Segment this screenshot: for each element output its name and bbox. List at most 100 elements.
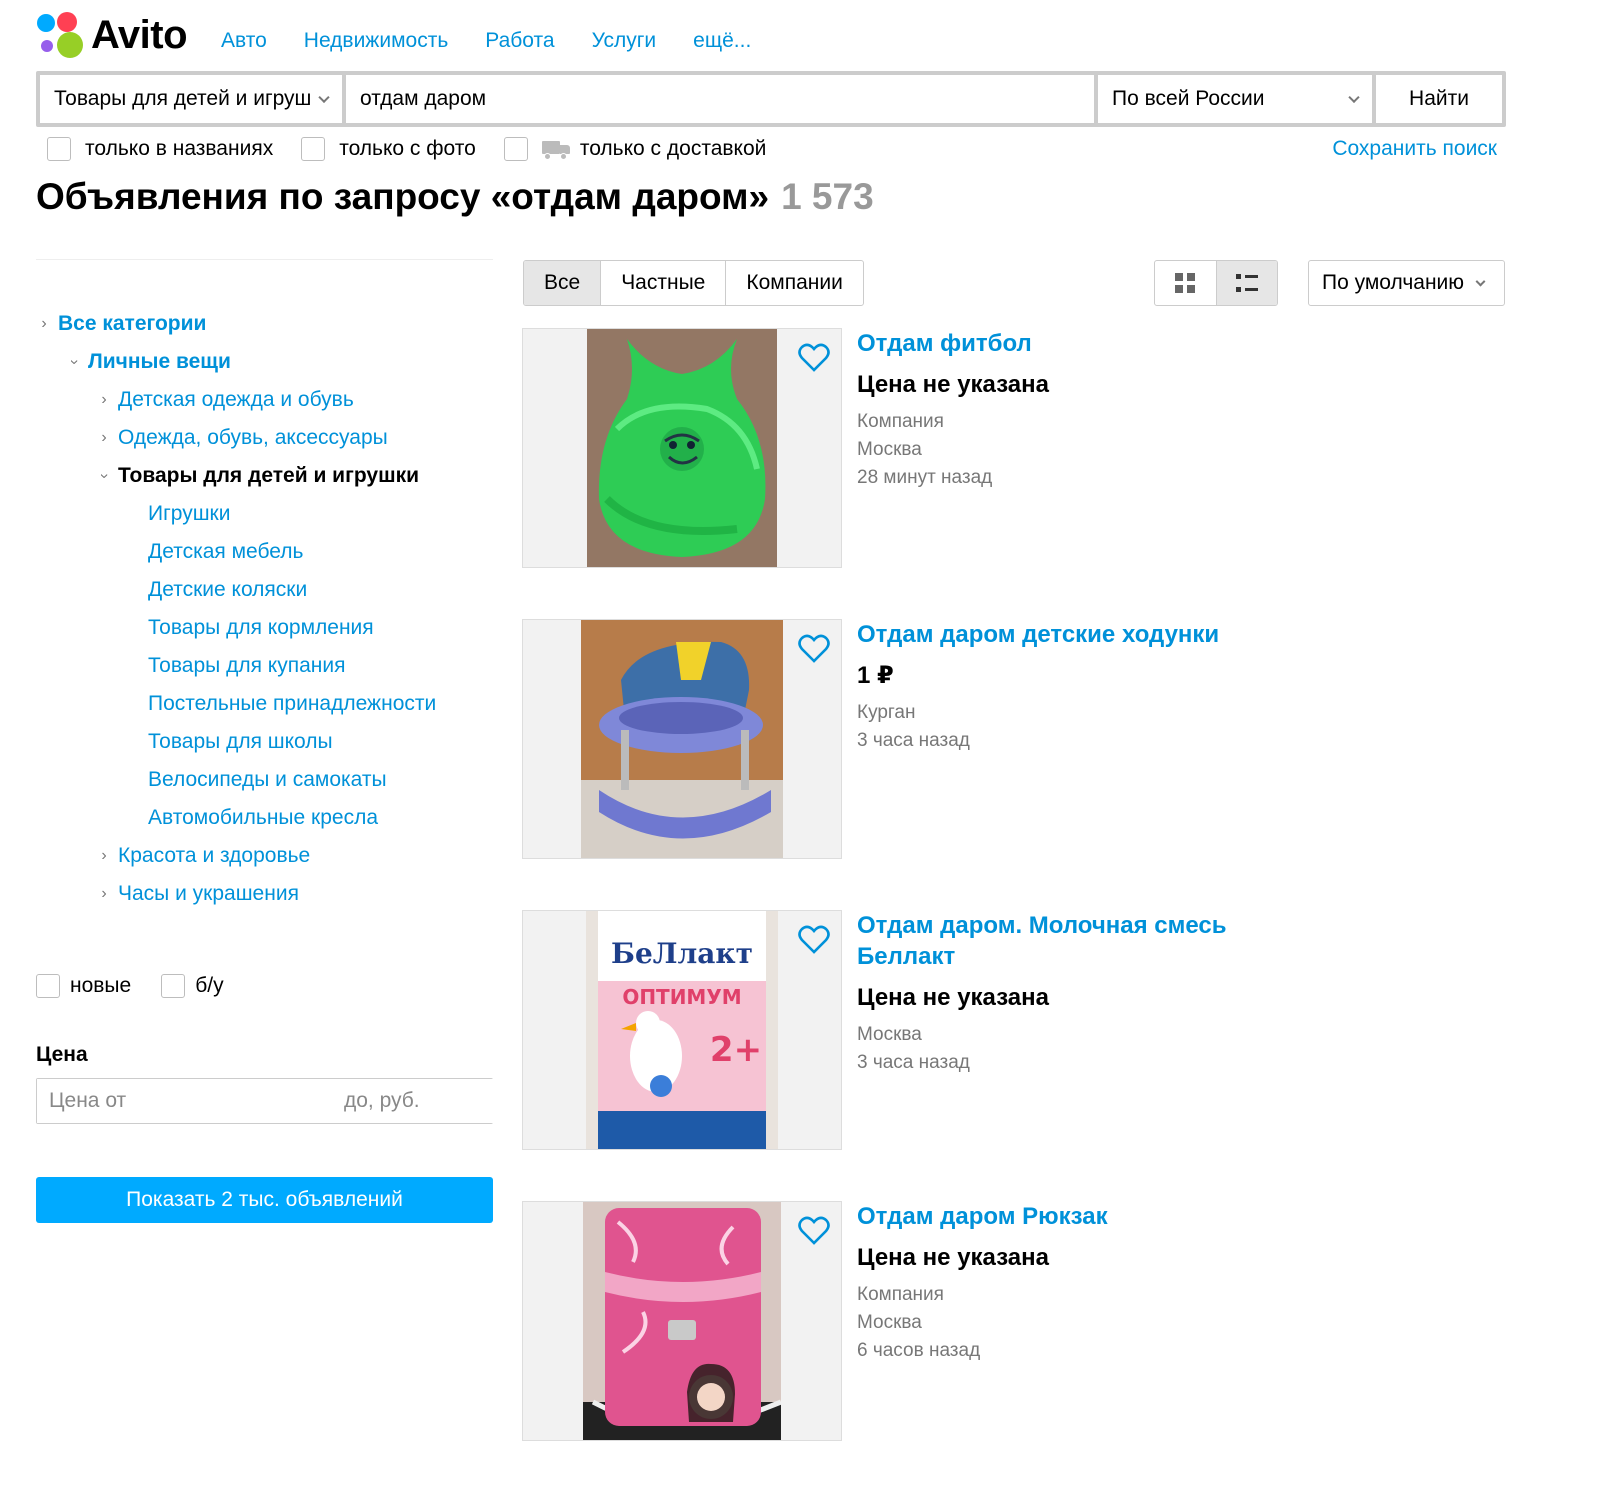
box-brand-text: БеЛлакт bbox=[611, 937, 753, 970]
listing-photo[interactable] bbox=[522, 619, 842, 859]
listing-price: Цена не указана bbox=[857, 984, 1049, 1011]
find-button[interactable]: Найти bbox=[1376, 75, 1502, 123]
sidebar-divider bbox=[36, 259, 493, 260]
search-input[interactable]: отдам даром bbox=[346, 75, 1094, 123]
sidebar-category-item[interactable]: › Часы и украшения bbox=[36, 875, 496, 913]
backpack-photo bbox=[583, 1202, 781, 1440]
listing-item[interactable]: Отдам даром Рюкзак Цена не указана Компа… bbox=[522, 1201, 1522, 1441]
listing-price: Цена не указана bbox=[857, 371, 1049, 398]
condition-used-checkbox[interactable] bbox=[161, 974, 186, 998]
sidebar-category-item[interactable]: Детская мебель bbox=[36, 533, 496, 571]
condition-new[interactable]: новые bbox=[36, 974, 131, 998]
sidebar-category-item[interactable]: Детские коляски bbox=[36, 571, 496, 609]
view-toggle bbox=[1154, 260, 1278, 306]
results-count: 1 573 bbox=[781, 176, 874, 217]
chevron-right-icon: › bbox=[101, 391, 107, 408]
listing-item[interactable]: БеЛлакт ОПТИМУМ 2+ Отдам даром. Молочная… bbox=[522, 910, 1522, 1150]
listing-meta: Компания Москва 6 часов назад bbox=[857, 1281, 1277, 1365]
sidebar-category-item[interactable]: Велосипеды и самокаты bbox=[36, 761, 496, 799]
sidebar-category-item[interactable]: › Красота и здоровье bbox=[36, 837, 496, 875]
condition-used-label: б/у bbox=[195, 974, 224, 997]
price-from-input[interactable] bbox=[37, 1079, 332, 1123]
sidebar-category-item[interactable]: Игрушки bbox=[36, 495, 496, 533]
option-only-delivery[interactable]: только с доставкой bbox=[503, 137, 766, 161]
listing-info: Отдам даром детские ходунки 1 ₽ Курган 3… bbox=[857, 619, 1277, 755]
avito-logo[interactable]: Avito bbox=[37, 12, 188, 58]
listing-price: 1 ₽ bbox=[857, 662, 894, 689]
favorite-heart-icon[interactable] bbox=[798, 925, 830, 955]
option-only-titles[interactable]: только в названиях bbox=[47, 137, 273, 161]
box-age-text: 2+ bbox=[710, 1030, 762, 1070]
chevron-down-icon: › bbox=[66, 359, 83, 365]
sidebar-category-label: Товары для школы bbox=[148, 730, 333, 753]
search-bar: Товары для детей и игруш отдам даром По … bbox=[36, 71, 1506, 127]
sidebar-category-item[interactable]: Автомобильные кресла bbox=[36, 799, 496, 837]
nav-link-more[interactable]: ещё... bbox=[693, 29, 751, 53]
listing-title[interactable]: Отдам даром детские ходунки bbox=[857, 619, 1277, 650]
listing-title[interactable]: Отдам даром. Молочная смесь Беллакт bbox=[857, 910, 1277, 972]
listing-seller-type: Компания bbox=[857, 1284, 944, 1305]
listing-time: 6 часов назад bbox=[857, 1340, 981, 1361]
sidebar-category-label: Одежда, обувь, аксессуары bbox=[118, 426, 388, 449]
fitball-photo bbox=[587, 329, 777, 567]
sidebar-category-label: Игрушки bbox=[148, 502, 231, 525]
listing-title[interactable]: Отдам фитбол bbox=[857, 328, 1277, 359]
only-titles-checkbox[interactable] bbox=[47, 137, 71, 161]
listing-item[interactable]: Отдам фитбол Цена не указана Компания Мо… bbox=[522, 328, 1522, 568]
search-input-value: отдам даром bbox=[360, 87, 487, 110]
favorite-heart-icon[interactable] bbox=[798, 1216, 830, 1246]
sidebar-category-item[interactable]: › Одежда, обувь, аксессуары bbox=[36, 419, 496, 457]
sidebar-category-item[interactable]: Товары для школы bbox=[36, 723, 496, 761]
price-range bbox=[36, 1078, 627, 1124]
tab-companies[interactable]: Компании bbox=[726, 261, 862, 305]
listing-title[interactable]: Отдам даром Рюкзак bbox=[857, 1201, 1277, 1232]
tab-all[interactable]: Все bbox=[524, 261, 602, 305]
listing-item[interactable]: Отдам даром детские ходунки 1 ₽ Курган 3… bbox=[522, 619, 1522, 859]
condition-new-checkbox[interactable] bbox=[36, 974, 60, 998]
listing-time: 28 минут назад bbox=[857, 467, 993, 488]
seller-type-tabs: Все Частные Компании bbox=[523, 260, 864, 306]
tab-private[interactable]: Частные bbox=[601, 261, 727, 305]
list-view-button[interactable] bbox=[1215, 261, 1277, 305]
header: Avito Авто Недвижимость Работа Услуги ещ… bbox=[37, 10, 788, 60]
only-delivery-checkbox[interactable] bbox=[503, 137, 528, 161]
nav-link-auto[interactable]: Авто bbox=[221, 29, 267, 53]
sidebar-category-item[interactable]: › Все категории bbox=[36, 305, 496, 343]
sidebar-category-item[interactable]: › Личные вещи bbox=[36, 343, 496, 381]
favorite-heart-icon[interactable] bbox=[798, 634, 830, 664]
sort-select[interactable]: По умолчанию bbox=[1308, 260, 1505, 306]
listing-info: Отдам даром Рюкзак Цена не указана Компа… bbox=[857, 1201, 1277, 1365]
listing-photo[interactable] bbox=[522, 1201, 842, 1441]
listing-photo[interactable]: БеЛлакт ОПТИМУМ 2+ bbox=[522, 910, 842, 1150]
listing-meta: Москва 3 часа назад bbox=[857, 1021, 1277, 1077]
listing-info: Отдам даром. Молочная смесь Беллакт Цена… bbox=[857, 910, 1277, 1077]
nav-link-realty[interactable]: Недвижимость bbox=[304, 29, 448, 53]
only-photo-checkbox[interactable] bbox=[301, 137, 326, 161]
condition-used[interactable]: б/у bbox=[161, 974, 224, 998]
only-titles-label: только в названиях bbox=[85, 137, 274, 160]
sidebar-category-item[interactable]: › Детская одежда и обувь bbox=[36, 381, 496, 419]
sidebar-category-label: Личные вещи bbox=[88, 350, 231, 373]
chevron-right-icon: › bbox=[101, 847, 107, 864]
sidebar-category-item[interactable]: Товары для кормления bbox=[36, 609, 496, 647]
search-options: только в названиях только с фото только … bbox=[47, 136, 1497, 162]
grid-view-button[interactable] bbox=[1155, 261, 1216, 305]
only-photo-label: только с фото bbox=[339, 137, 476, 160]
chevron-right-icon: › bbox=[101, 429, 107, 446]
condition-filter: новые б/у bbox=[36, 974, 254, 998]
top-nav: Авто Недвижимость Работа Услуги ещё... bbox=[221, 29, 788, 53]
listing-location: Москва bbox=[857, 1024, 922, 1045]
category-select[interactable]: Товары для детей и игруш bbox=[40, 75, 342, 123]
option-only-photo[interactable]: только с фото bbox=[301, 137, 476, 161]
favorite-heart-icon[interactable] bbox=[798, 343, 830, 373]
sidebar-category-item[interactable]: › Товары для детей и игрушки bbox=[36, 457, 496, 495]
nav-link-jobs[interactable]: Работа bbox=[485, 29, 554, 53]
sidebar-category-item[interactable]: Постельные принадлежности bbox=[36, 685, 496, 723]
listing-photo[interactable] bbox=[522, 328, 842, 568]
grid-icon bbox=[1175, 273, 1196, 293]
region-select[interactable]: По всей России bbox=[1098, 75, 1372, 123]
nav-link-services[interactable]: Услуги bbox=[592, 29, 657, 53]
show-results-button[interactable]: Показать 2 тыс. объявлений bbox=[36, 1177, 493, 1223]
save-search-link[interactable]: Сохранить поиск bbox=[1332, 137, 1497, 161]
sidebar-category-item[interactable]: Товары для купания bbox=[36, 647, 496, 685]
